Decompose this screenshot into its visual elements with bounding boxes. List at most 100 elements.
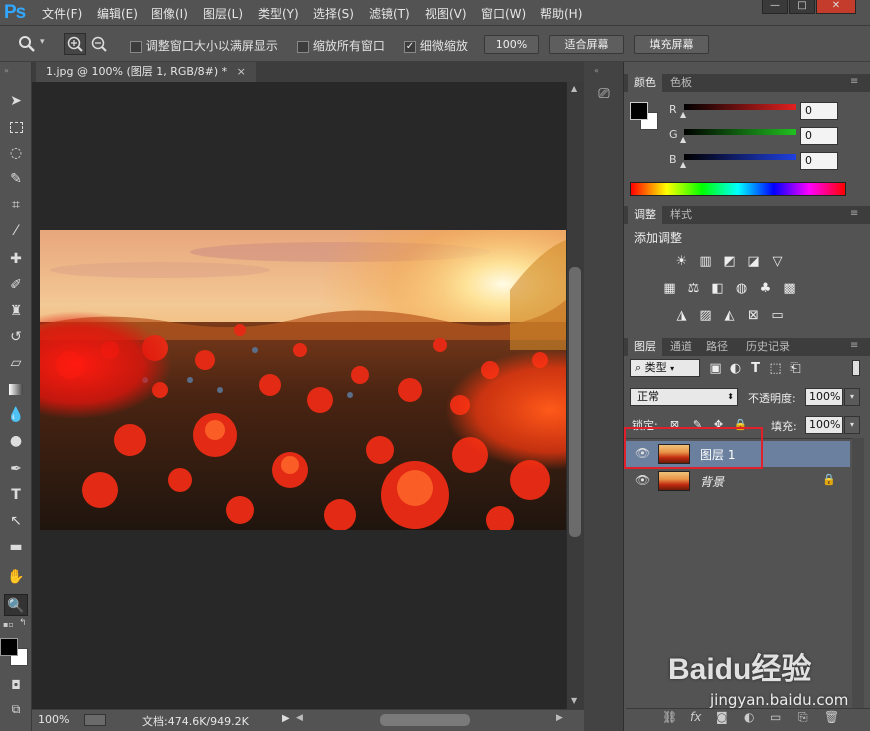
pen-tool-icon[interactable]: ✒ xyxy=(4,458,28,480)
posterize-icon[interactable]: ▨ xyxy=(698,308,713,323)
document-close-icon[interactable]: × xyxy=(237,65,246,78)
blur-tool-icon[interactable]: 💧 xyxy=(4,404,28,426)
menu-window[interactable]: 窗口(W) xyxy=(481,5,526,22)
invert-icon[interactable]: ◮ xyxy=(674,308,689,323)
tab-styles[interactable]: 样式 xyxy=(664,206,698,224)
type-tool-icon[interactable]: T xyxy=(4,484,28,506)
history-brush-tool-icon[interactable]: ↺ xyxy=(4,326,28,348)
curves-icon[interactable]: ◩ xyxy=(722,254,737,269)
exposure-icon[interactable]: ◪ xyxy=(746,254,761,269)
layers-menu-icon[interactable]: ≡ xyxy=(850,340,858,351)
foreground-color-swatch[interactable] xyxy=(0,638,18,656)
minimize-button[interactable]: — xyxy=(762,0,788,14)
eyedropper-tool-icon[interactable]: ⁄ xyxy=(4,220,28,242)
new-adjustment-icon[interactable]: ◐ xyxy=(744,710,754,724)
zoom-in-button[interactable] xyxy=(64,33,86,55)
tab-color[interactable]: 颜色 xyxy=(628,74,662,92)
eraser-tool-icon[interactable]: ▱ xyxy=(4,352,28,374)
opacity-chevron-icon[interactable]: ▾ xyxy=(844,388,860,406)
zoom-all-option[interactable]: 缩放所有窗口 xyxy=(297,37,385,54)
color-balance-icon[interactable]: ⚖ xyxy=(686,281,701,296)
channel-g-slider[interactable] xyxy=(684,129,796,135)
brightness-contrast-icon[interactable]: ☀ xyxy=(674,254,689,269)
maximize-button[interactable]: □ xyxy=(789,0,815,14)
channel-r-thumb-icon[interactable]: ▲ xyxy=(680,110,686,119)
scroll-up-icon[interactable]: ▲ xyxy=(571,84,577,93)
background-thumbnail[interactable] xyxy=(658,471,690,491)
menu-filter[interactable]: 滤镜(T) xyxy=(369,5,410,22)
resize-windows-option[interactable]: 调整窗口大小以满屏显示 xyxy=(130,37,278,54)
new-group-icon[interactable]: ▭ xyxy=(770,710,781,724)
color-lookup-icon[interactable]: ▩ xyxy=(782,281,797,296)
horizontal-scroll-thumb[interactable] xyxy=(380,714,470,726)
menu-view[interactable]: 视图(V) xyxy=(425,5,467,22)
vertical-scrollbar[interactable]: ▲ ▼ xyxy=(566,82,584,709)
quick-mask-icon[interactable]: ◘ xyxy=(4,674,28,696)
menu-help[interactable]: 帮助(H) xyxy=(540,5,582,22)
resize-windows-checkbox[interactable] xyxy=(130,40,142,53)
threshold-icon[interactable]: ◭ xyxy=(722,308,737,323)
black-white-icon[interactable]: ◧ xyxy=(710,281,725,296)
opacity-field[interactable]: 100% xyxy=(805,388,843,406)
link-layers-icon[interactable]: ⛓ xyxy=(662,710,677,724)
marquee-tool-icon[interactable] xyxy=(4,116,28,138)
scrubby-zoom-checkbox[interactable]: ✓ xyxy=(404,40,416,53)
gradient-tool-icon[interactable] xyxy=(4,378,28,400)
document-tab[interactable]: 1.jpg @ 100% (图层 1, RGB/8#) * × xyxy=(36,62,256,82)
crop-tool-icon[interactable]: ⌗ xyxy=(4,194,28,216)
tab-adjustments[interactable]: 调整 xyxy=(628,206,662,224)
tab-channels[interactable]: 通道 xyxy=(664,338,698,356)
layers-scrollbar[interactable] xyxy=(852,438,864,708)
zoom-all-checkbox[interactable] xyxy=(297,40,309,53)
scroll-down-icon[interactable]: ▼ xyxy=(571,696,577,705)
history-panel-icon[interactable]: ⎚ xyxy=(594,86,614,108)
menu-layer[interactable]: 图层(L) xyxy=(203,5,243,22)
scrubby-zoom-option[interactable]: ✓ 细微缩放 xyxy=(404,37,468,54)
channel-g-value[interactable]: 0 xyxy=(800,127,838,145)
color-spectrum-bar[interactable] xyxy=(630,182,846,196)
scroll-left-icon[interactable]: ◀ xyxy=(296,713,303,723)
path-select-tool-icon[interactable]: ↖ xyxy=(4,510,28,532)
background-name[interactable]: 背景 xyxy=(700,473,724,490)
adjustments-menu-icon[interactable]: ≡ xyxy=(850,208,858,219)
channel-mixer-icon[interactable]: ♣ xyxy=(758,281,773,296)
move-tool-icon[interactable]: ➤ xyxy=(4,90,28,112)
document-image[interactable] xyxy=(40,230,566,530)
actual-pixels-button[interactable]: 100% xyxy=(484,35,539,54)
tool-preset-chevron-icon[interactable]: ▾ xyxy=(40,37,45,47)
brush-tool-icon[interactable]: ✐ xyxy=(4,274,28,296)
new-layer-icon[interactable]: ⎘ xyxy=(798,710,808,725)
filter-pixel-icon[interactable]: ▣ xyxy=(708,361,723,376)
filter-adjustment-icon[interactable]: ◐ xyxy=(728,361,743,376)
layer-filter-dropdown[interactable]: ⌕ 类型 ▾ xyxy=(630,359,700,377)
fill-screen-button[interactable]: 填充屏幕 xyxy=(634,35,709,54)
channel-b-value[interactable]: 0 xyxy=(800,152,838,170)
menu-edit[interactable]: 编辑(E) xyxy=(97,5,138,22)
tab-layers[interactable]: 图层 xyxy=(628,338,662,356)
lasso-tool-icon[interactable]: ◌ xyxy=(4,142,28,164)
zoom-tool-icon[interactable] xyxy=(18,35,36,53)
fill-field[interactable]: 100% xyxy=(805,416,843,434)
layer-row-background[interactable]: 👁 背景 🔒 xyxy=(626,468,850,494)
channel-g-thumb-icon[interactable]: ▲ xyxy=(680,135,686,144)
color-fg-swatch[interactable] xyxy=(630,102,648,120)
photo-filter-icon[interactable]: ◍ xyxy=(734,281,749,296)
zoom-tool-selected-icon[interactable]: 🔍 xyxy=(4,594,28,616)
add-mask-icon[interactable]: ◙ xyxy=(716,710,728,724)
filter-smart-object-icon[interactable]: ⎗ xyxy=(788,361,803,376)
expand-panels-icon[interactable]: « xyxy=(594,66,599,75)
menu-type[interactable]: 类型(Y) xyxy=(258,5,299,22)
zoom-level[interactable]: 100% xyxy=(38,713,69,726)
vertical-scroll-thumb[interactable] xyxy=(569,267,581,537)
background-visibility-icon[interactable]: 👁 xyxy=(635,473,650,487)
channel-r-slider[interactable] xyxy=(684,104,796,110)
menu-image[interactable]: 图像(I) xyxy=(151,5,188,22)
fit-screen-button[interactable]: 适合屏幕 xyxy=(549,35,624,54)
dodge-tool-icon[interactable]: ● xyxy=(4,430,28,452)
menu-file[interactable]: 文件(F) xyxy=(42,5,82,22)
quick-select-tool-icon[interactable]: ✎ xyxy=(4,168,28,190)
selective-color-icon[interactable]: ⊠ xyxy=(746,308,761,323)
delete-layer-icon[interactable]: 🗑 xyxy=(824,710,839,724)
tab-paths[interactable]: 路径 xyxy=(700,338,734,356)
vibrance-icon[interactable]: ▽ xyxy=(770,254,785,269)
